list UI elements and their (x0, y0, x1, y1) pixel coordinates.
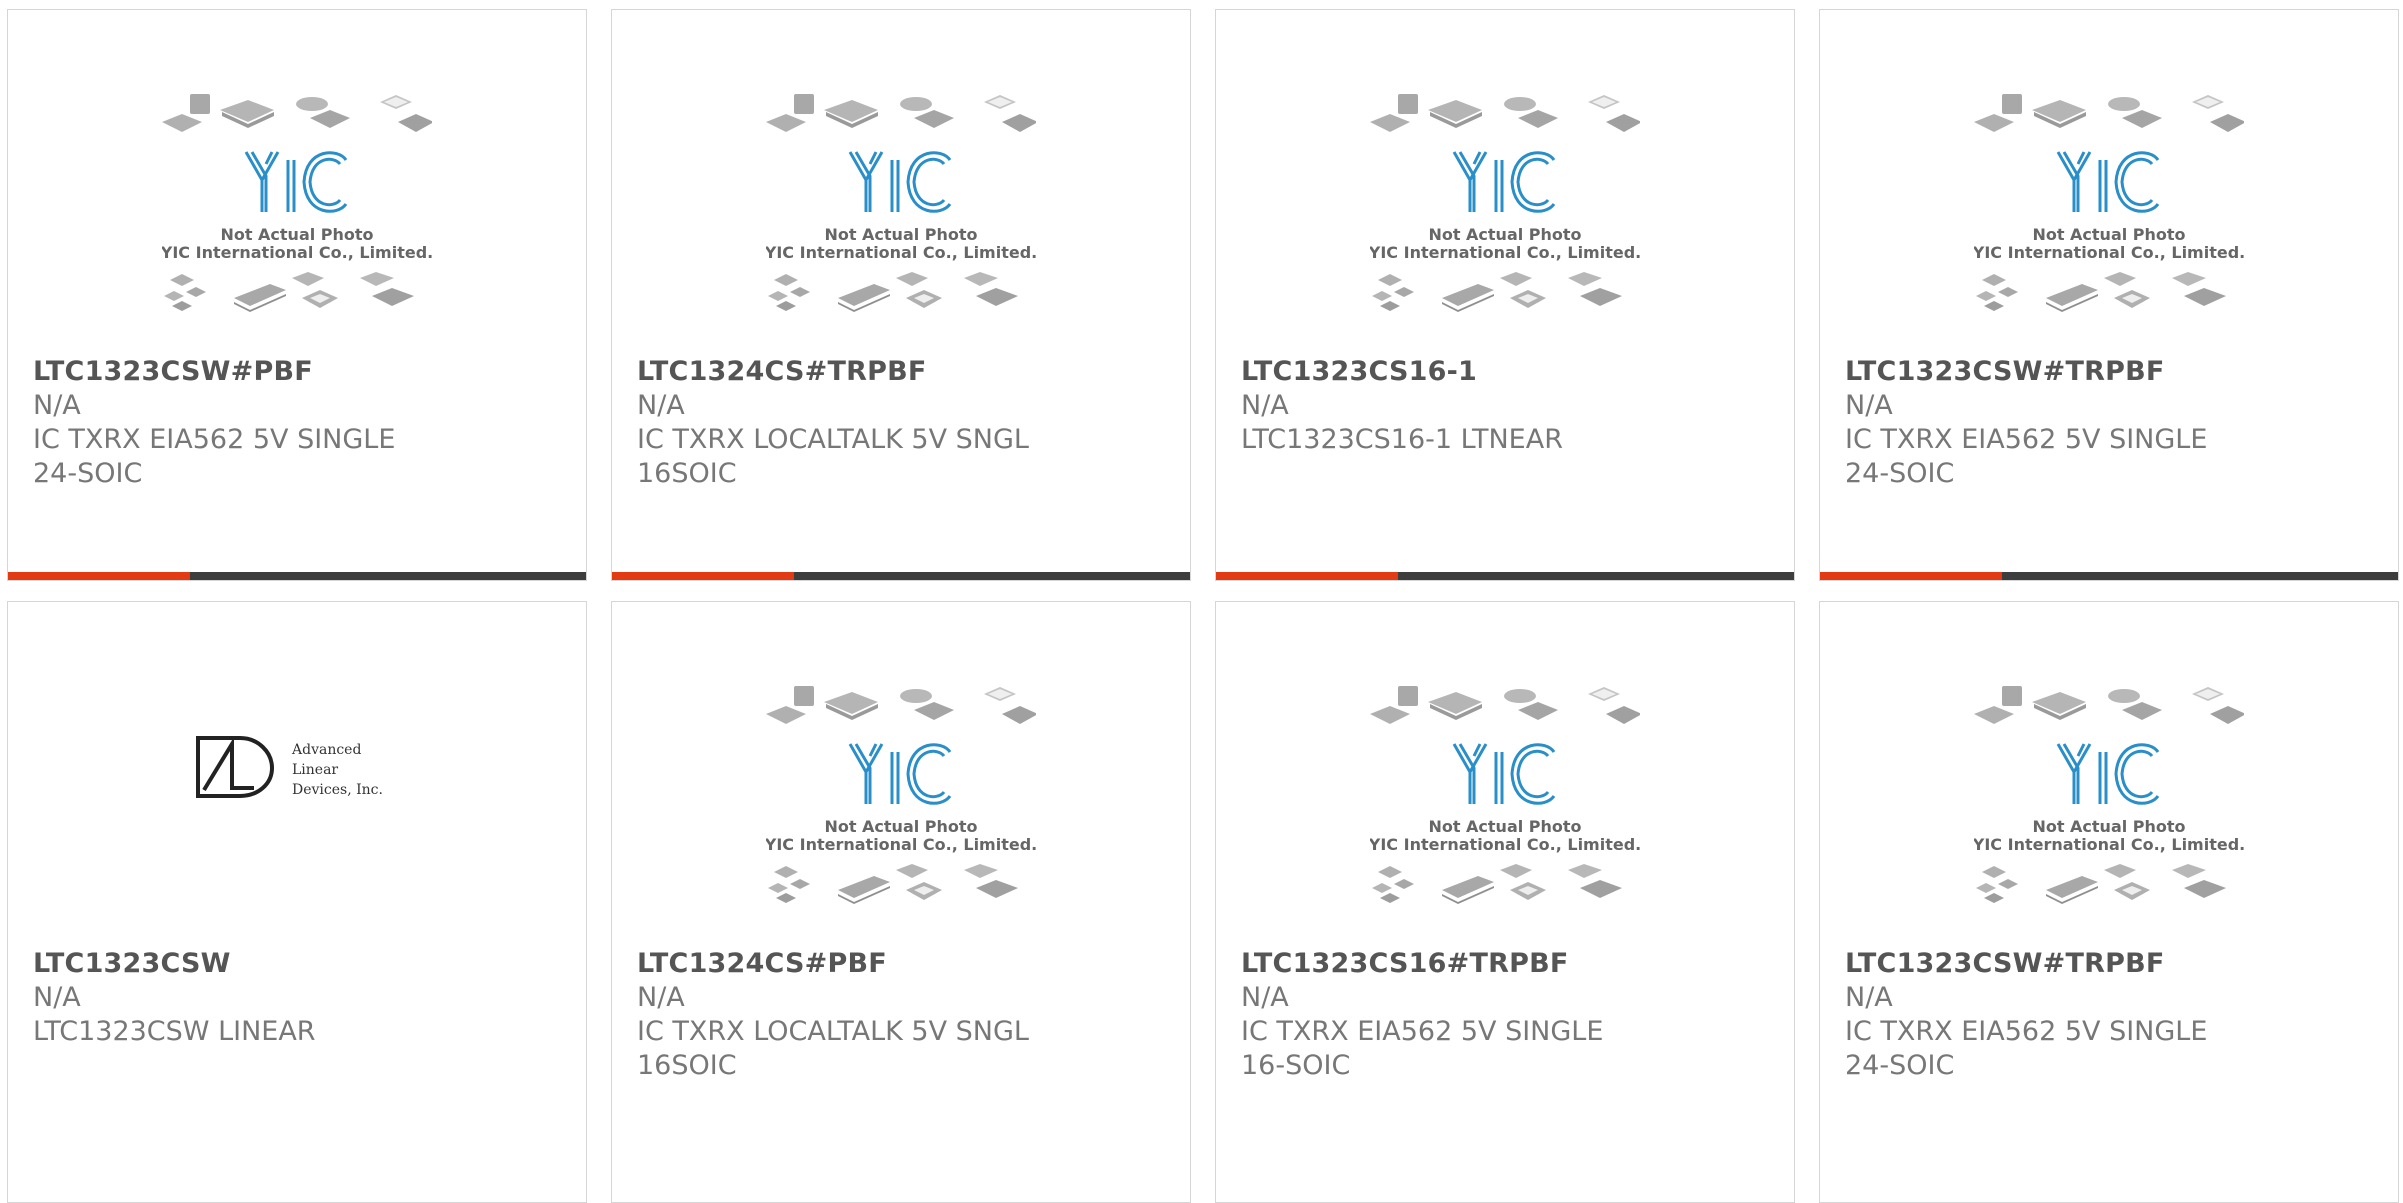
description: IC TXRX EIA562 5V SINGLE 24-SOIC (33, 424, 396, 489)
ic-chips-placeholder-image: Not Actual Photo YIC International Co., … (1974, 686, 2244, 904)
manufacturer: N/A (1845, 390, 1893, 421)
product-info: LTC1323CS16-1 N/A LTC1323CS16-1 LTNEAR (1241, 355, 1641, 457)
svg-text:YIC International Co., Limited: YIC International Co., Limited. (766, 243, 1036, 262)
product-card[interactable]: Not Actual Photo YIC International Co., … (7, 9, 587, 581)
ic-chips-placeholder-image: Not Actual Photo YIC International Co., … (766, 686, 1036, 904)
svg-text:YIC International Co., Limited: YIC International Co., Limited. (1370, 835, 1640, 854)
description: IC TXRX EIA562 5V SINGLE 24-SOIC (1845, 1016, 2208, 1081)
ic-chips-placeholder-image: Not Actual Photo YIC International Co., … (162, 94, 432, 312)
card-footer-bar (1820, 572, 2398, 580)
description: IC TXRX LOCALTALK 5V SNGL 16SOIC (637, 424, 1029, 489)
product-info: LTC1323CS16#TRPBF N/A IC TXRX EIA562 5V … (1241, 947, 1641, 1083)
svg-text:YIC International Co., Limited: YIC International Co., Limited. (162, 243, 432, 262)
product-info: LTC1324CS#PBF N/A IC TXRX LOCALTALK 5V S… (637, 947, 1037, 1083)
ald-logo-image: Advanced Linear Devices, Inc. (196, 736, 383, 798)
product-image-placeholder[interactable]: Not Actual Photo YIC International Co., … (612, 90, 1190, 350)
svg-text:YIC International Co., Limited: YIC International Co., Limited. (766, 835, 1036, 854)
part-number-link[interactable]: LTC1323CS16#TRPBF (1241, 947, 1641, 981)
product-card[interactable]: Not Actual Photo YIC International Co., … (1215, 601, 1795, 1203)
card-accent-bar (1820, 572, 2002, 580)
svg-text:Advanced: Advanced (291, 742, 361, 758)
ic-chips-placeholder-image: Not Actual Photo YIC International Co., … (1974, 94, 2244, 312)
part-number-link[interactable]: LTC1323CSW#PBF (33, 355, 433, 389)
svg-text:YIC International Co., Limited: YIC International Co., Limited. (1370, 243, 1640, 262)
product-info: LTC1323CSW#PBF N/A IC TXRX EIA562 5V SIN… (33, 355, 433, 491)
product-card[interactable]: Not Actual Photo YIC International Co., … (1215, 9, 1795, 581)
card-footer-bar (1216, 572, 1794, 580)
part-number-link[interactable]: LTC1323CSW#TRPBF (1845, 947, 2245, 981)
svg-text:Not Actual Photo: Not Actual Photo (824, 817, 977, 836)
part-number-link[interactable]: LTC1323CSW (33, 947, 433, 981)
svg-text:Linear: Linear (292, 762, 338, 778)
svg-text:Not Actual Photo: Not Actual Photo (824, 225, 977, 244)
product-image-placeholder[interactable]: Not Actual Photo YIC International Co., … (1820, 90, 2398, 350)
svg-text:YIC International Co., Limited: YIC International Co., Limited. (1974, 835, 2244, 854)
product-image-placeholder[interactable]: Not Actual Photo YIC International Co., … (1216, 90, 1794, 350)
product-card[interactable]: Not Actual Photo YIC International Co., … (1819, 9, 2399, 581)
ic-chips-placeholder-image: Not Actual Photo YIC International Co., … (1370, 94, 1640, 312)
ic-chips-placeholder-image: Not Actual Photo YIC International Co., … (766, 94, 1036, 312)
manufacturer: N/A (1241, 982, 1289, 1013)
product-image-placeholder[interactable]: Not Actual Photo YIC International Co., … (1216, 682, 1794, 942)
product-image-placeholder[interactable]: Not Actual Photo YIC International Co., … (612, 682, 1190, 942)
manufacturer: N/A (33, 390, 81, 421)
description: IC TXRX EIA562 5V SINGLE 16-SOIC (1241, 1016, 1604, 1081)
manufacturer: N/A (637, 982, 685, 1013)
manufacturer: N/A (1241, 390, 1289, 421)
product-info: LTC1323CSW#TRPBF N/A IC TXRX EIA562 5V S… (1845, 355, 2245, 491)
part-number-link[interactable]: LTC1323CSW#TRPBF (1845, 355, 2245, 389)
product-grid: Not Actual Photo YIC International Co., … (7, 9, 2401, 1203)
product-image-placeholder[interactable]: Not Actual Photo YIC International Co., … (1820, 682, 2398, 942)
part-number-link[interactable]: LTC1324CS#PBF (637, 947, 1037, 981)
product-card[interactable]: Not Actual Photo YIC International Co., … (611, 9, 1191, 581)
manufacturer: N/A (1845, 982, 1893, 1013)
product-card[interactable]: Not Actual Photo YIC International Co., … (611, 601, 1191, 1203)
svg-text:Devices, Inc.: Devices, Inc. (292, 782, 383, 798)
manufacturer: N/A (33, 982, 81, 1013)
svg-text:Not Actual Photo: Not Actual Photo (2032, 225, 2185, 244)
card-footer-bar (612, 572, 1190, 580)
svg-text:Not Actual Photo: Not Actual Photo (1428, 817, 1581, 836)
product-image-placeholder[interactable]: Not Actual Photo YIC International Co., … (8, 90, 586, 350)
product-info: LTC1323CSW#TRPBF N/A IC TXRX EIA562 5V S… (1845, 947, 2245, 1083)
description: IC TXRX EIA562 5V SINGLE 24-SOIC (1845, 424, 2208, 489)
card-accent-bar (612, 572, 794, 580)
description: LTC1323CS16-1 LTNEAR (1241, 424, 1563, 455)
svg-text:Not Actual Photo: Not Actual Photo (2032, 817, 2185, 836)
product-info: LTC1323CSW N/A LTC1323CSW LINEAR (33, 947, 433, 1049)
product-info: LTC1324CS#TRPBF N/A IC TXRX LOCALTALK 5V… (637, 355, 1037, 491)
svg-text:Not Actual Photo: Not Actual Photo (1428, 225, 1581, 244)
part-number-link[interactable]: LTC1323CS16-1 (1241, 355, 1641, 389)
product-card[interactable]: Not Actual Photo YIC International Co., … (1819, 601, 2399, 1203)
product-card[interactable]: Advanced Linear Devices, Inc. LTC1323CSW… (7, 601, 587, 1203)
ic-chips-placeholder-image: Not Actual Photo YIC International Co., … (1370, 686, 1640, 904)
card-footer-bar (8, 572, 586, 580)
description: LTC1323CSW LINEAR (33, 1016, 316, 1047)
part-number-link[interactable]: LTC1324CS#TRPBF (637, 355, 1037, 389)
svg-text:YIC International Co., Limited: YIC International Co., Limited. (1974, 243, 2244, 262)
manufacturer: N/A (637, 390, 685, 421)
svg-text:Not Actual Photo: Not Actual Photo (220, 225, 373, 244)
card-accent-bar (8, 572, 190, 580)
description: IC TXRX LOCALTALK 5V SNGL 16SOIC (637, 1016, 1029, 1081)
card-accent-bar (1216, 572, 1398, 580)
